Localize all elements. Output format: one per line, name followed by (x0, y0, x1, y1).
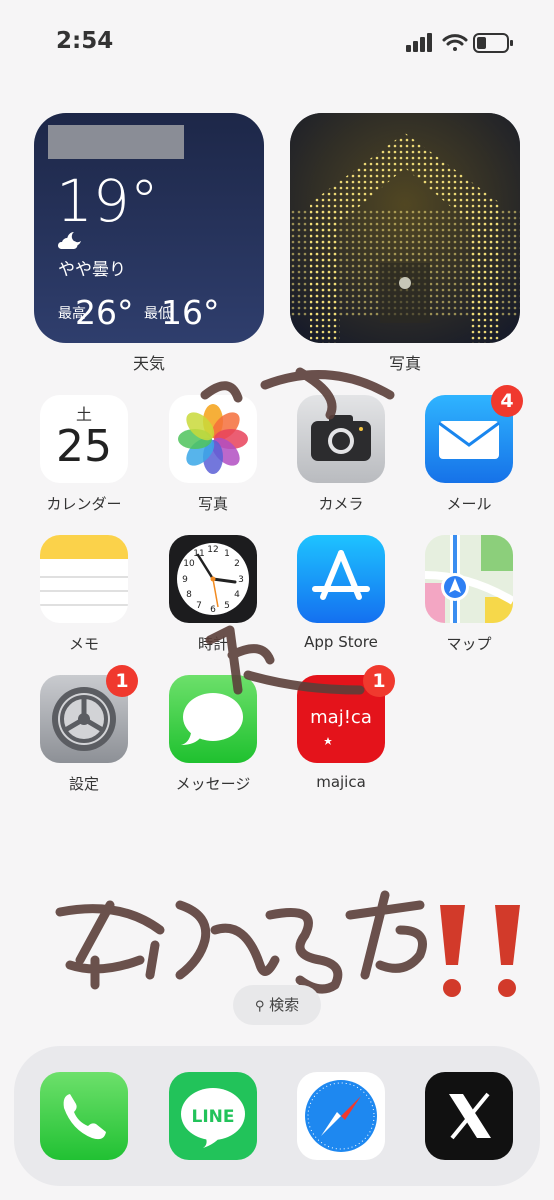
app-label: メッセージ (175, 775, 251, 793)
redacted-location (48, 125, 184, 159)
partly-cloudy-night-icon (56, 229, 86, 255)
photos-widget-label: 写真 (388, 354, 421, 373)
app-majica[interactable]: maj!ca 1 majica (281, 665, 401, 791)
svg-text:2: 2 (234, 559, 240, 569)
low-prefix: 最低 (144, 306, 172, 322)
svg-text:5: 5 (224, 601, 230, 611)
maps-icon (425, 535, 513, 623)
app-label: カレンダー (46, 495, 122, 513)
photos-widget[interactable] (290, 113, 520, 343)
low-temp: 16° (161, 293, 220, 332)
line-icon: LINE (169, 1072, 257, 1160)
app-settings[interactable]: 1 設定 (24, 665, 144, 794)
dock-phone[interactable] (24, 1072, 144, 1160)
status-icons (406, 30, 526, 58)
app-notes[interactable]: メモ (24, 535, 144, 654)
clock-icon: 12 1 2 345 678 9 10 11 (169, 535, 257, 623)
status-time: 2:54 (56, 28, 114, 54)
app-camera[interactable]: カメラ (281, 395, 401, 514)
app-label: メモ (68, 635, 99, 653)
line-logo-text: LINE (192, 1107, 235, 1127)
illuminated-arch-photo (290, 113, 520, 343)
battery-icon (473, 33, 513, 53)
high-temp: 26° (75, 293, 134, 332)
svg-text:6: 6 (210, 605, 216, 615)
svg-text:9: 9 (182, 575, 188, 585)
app-label: メール (446, 495, 492, 513)
app-clock[interactable]: 12 1 2 345 678 9 10 11 時計 (153, 535, 273, 654)
messages-icon (169, 675, 257, 763)
calendar-day: 25 (56, 421, 112, 472)
dock-x[interactable] (409, 1072, 529, 1160)
search-label: 検索 (269, 996, 300, 1014)
dock-safari[interactable] (281, 1072, 401, 1160)
phone-icon (40, 1072, 128, 1160)
app-label: 設定 (68, 775, 99, 793)
safari-compass-icon (297, 1072, 385, 1160)
x-logo-icon (425, 1072, 513, 1160)
dock-line[interactable]: LINE (153, 1072, 273, 1160)
svg-text:1: 1 (224, 549, 230, 559)
app-label: マップ (446, 635, 492, 653)
app-store-icon (297, 535, 385, 623)
app-label: カメラ (318, 495, 364, 513)
weather-temperature: 19° (56, 167, 159, 235)
svg-text:12: 12 (207, 545, 218, 555)
svg-text:7: 7 (196, 601, 202, 611)
weather-widget-label: 天気 (132, 354, 165, 373)
app-label: App Store (304, 633, 378, 651)
high-prefix: 最高 (58, 306, 86, 322)
app-messages[interactable]: メッセージ (153, 675, 273, 794)
majica-badge: 1 (363, 665, 395, 697)
wifi-icon (442, 34, 468, 51)
settings-badge: 1 (106, 665, 138, 697)
svg-text:8: 8 (186, 590, 192, 600)
app-label: 写真 (197, 495, 228, 513)
app-photos[interactable]: 写真 (153, 395, 273, 514)
majica-logo-text: maj!ca (310, 707, 372, 728)
weather-condition: やや曇り (58, 260, 126, 280)
search-button[interactable]: ⚲ 検索 (233, 985, 321, 1025)
weather-high-low: 最高26° 最低16° (58, 293, 220, 332)
cellular-signal-icon (406, 33, 432, 52)
app-app-store[interactable]: App Store (281, 535, 401, 651)
notes-icon (40, 535, 128, 623)
app-label: majica (316, 773, 366, 791)
calendar-icon: 土 25 (40, 395, 128, 483)
app-mail[interactable]: 4 メール (409, 385, 529, 514)
mail-badge: 4 (491, 385, 523, 417)
svg-text:3: 3 (238, 575, 244, 585)
status-bar: 2:54 (0, 0, 554, 80)
app-label: 時計 (197, 635, 228, 653)
svg-text:4: 4 (234, 590, 240, 600)
weather-widget[interactable]: 19° やや曇り 最高26° 最低16° (34, 113, 264, 343)
app-maps[interactable]: マップ (409, 535, 529, 654)
photos-icon (169, 395, 257, 483)
app-calendar[interactable]: 土 25 カレンダー (24, 395, 144, 514)
camera-icon (297, 395, 385, 483)
search-icon: ⚲ (254, 999, 265, 1014)
svg-text:10: 10 (183, 559, 195, 569)
